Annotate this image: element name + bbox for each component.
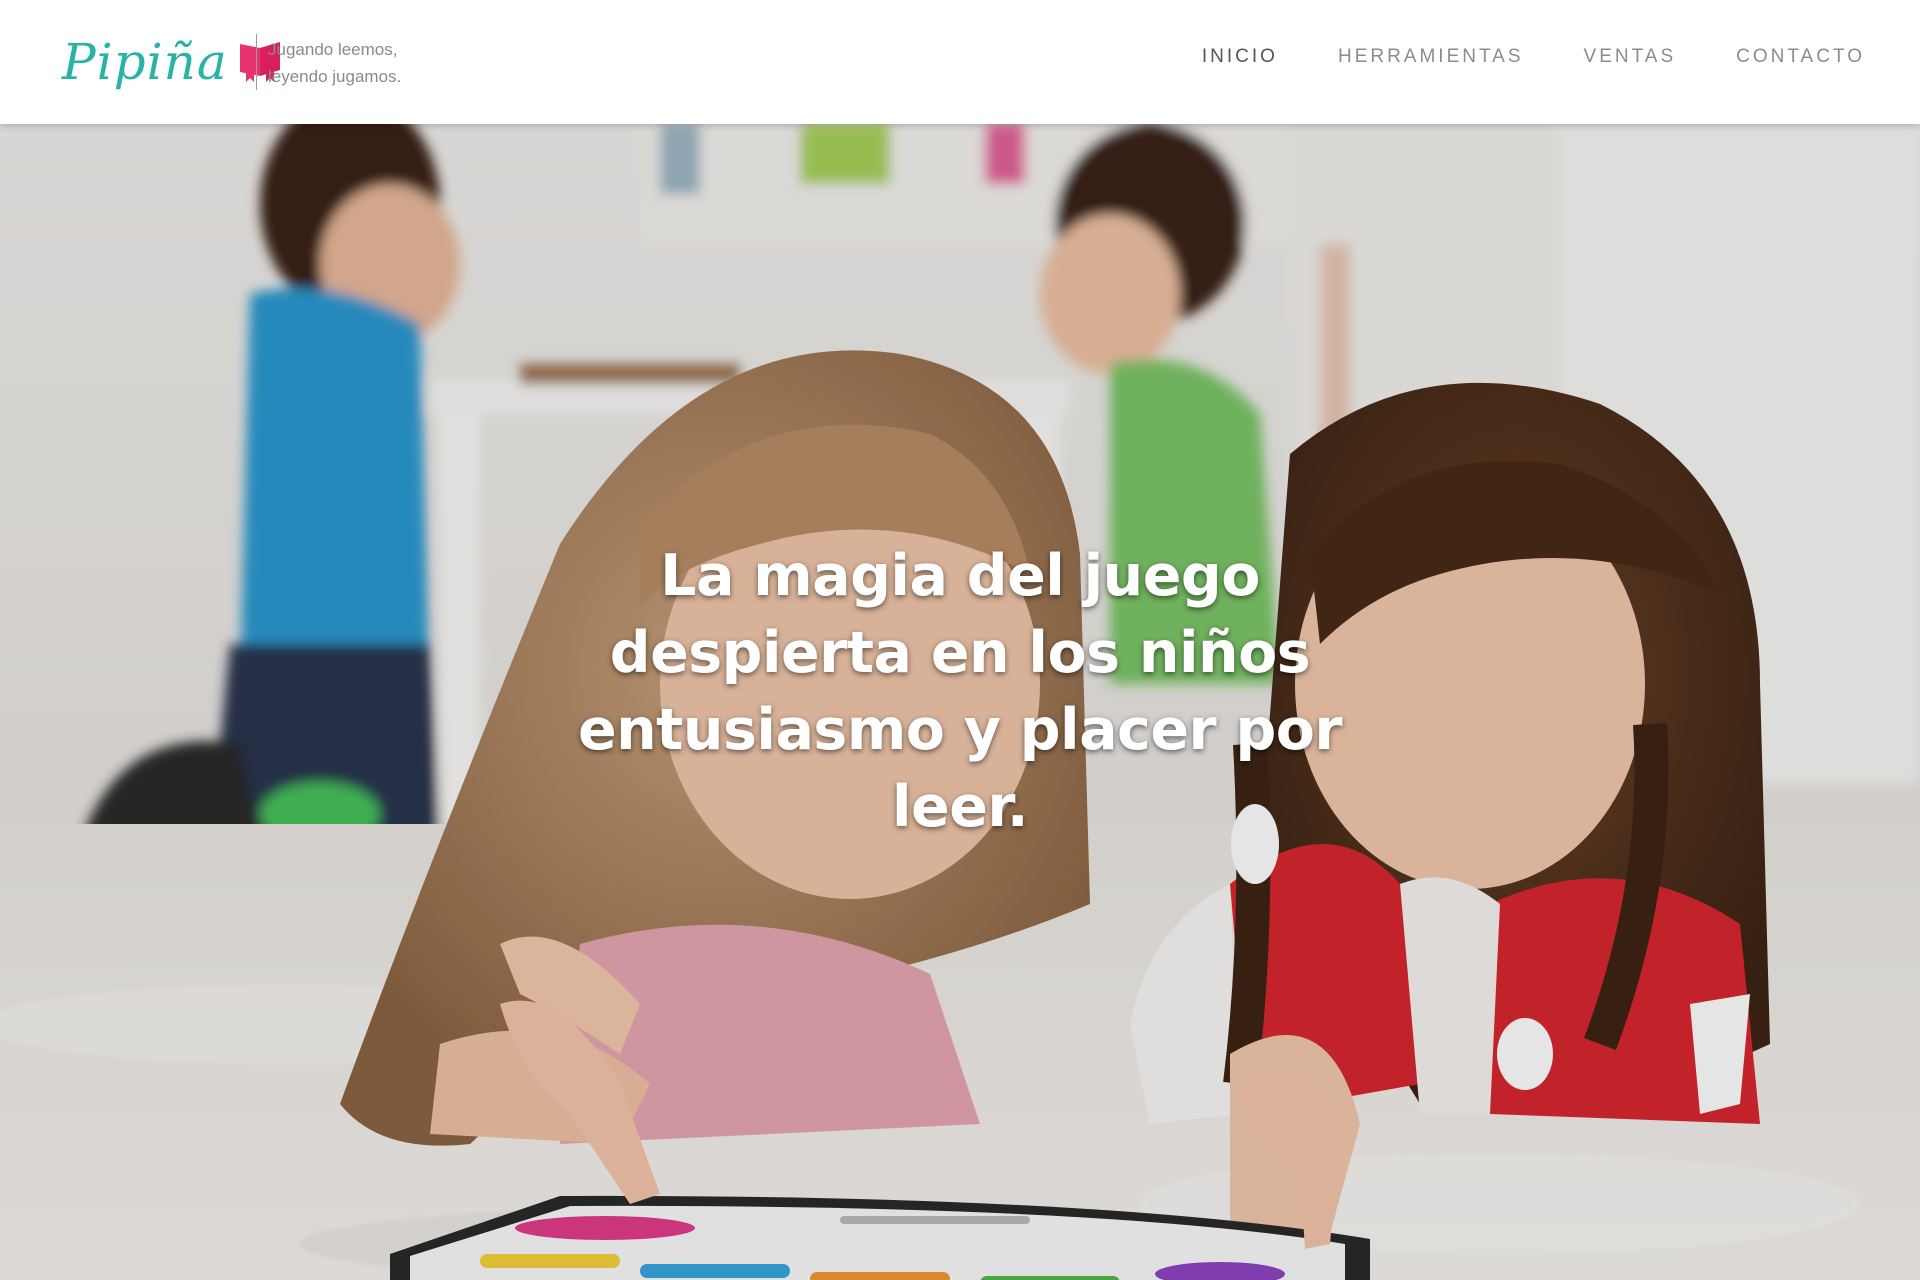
- tagline-line-2: leyendo jugamos.: [268, 67, 402, 86]
- hero-section: La magia del juego despierta en los niño…: [0, 124, 1920, 1280]
- logo-link[interactable]: Pipiña: [62, 24, 284, 100]
- page: Pipiña Jugando leemos, leyendo jugamos. …: [0, 0, 1920, 1280]
- tagline-divider: [256, 34, 257, 90]
- nav-item-contacto[interactable]: CONTACTO: [1736, 46, 1865, 68]
- nav-item-ventas[interactable]: VENTAS: [1584, 46, 1677, 68]
- nav-item-inicio[interactable]: INICIO: [1202, 46, 1278, 68]
- logo-wordmark: Pipiña: [62, 33, 228, 91]
- tagline-line-1: Jugando leemos,: [268, 40, 398, 59]
- hero-headline: La magia del juego despierta en los niño…: [577, 543, 1343, 841]
- nav-item-herramientas[interactable]: HERRAMIENTAS: [1338, 46, 1524, 68]
- main-nav: INICIO HERRAMIENTAS VENTAS CONTACTO: [1202, 46, 1865, 68]
- tagline: Jugando leemos, leyendo jugamos.: [268, 36, 401, 90]
- site-header: Pipiña Jugando leemos, leyendo jugamos. …: [0, 0, 1920, 124]
